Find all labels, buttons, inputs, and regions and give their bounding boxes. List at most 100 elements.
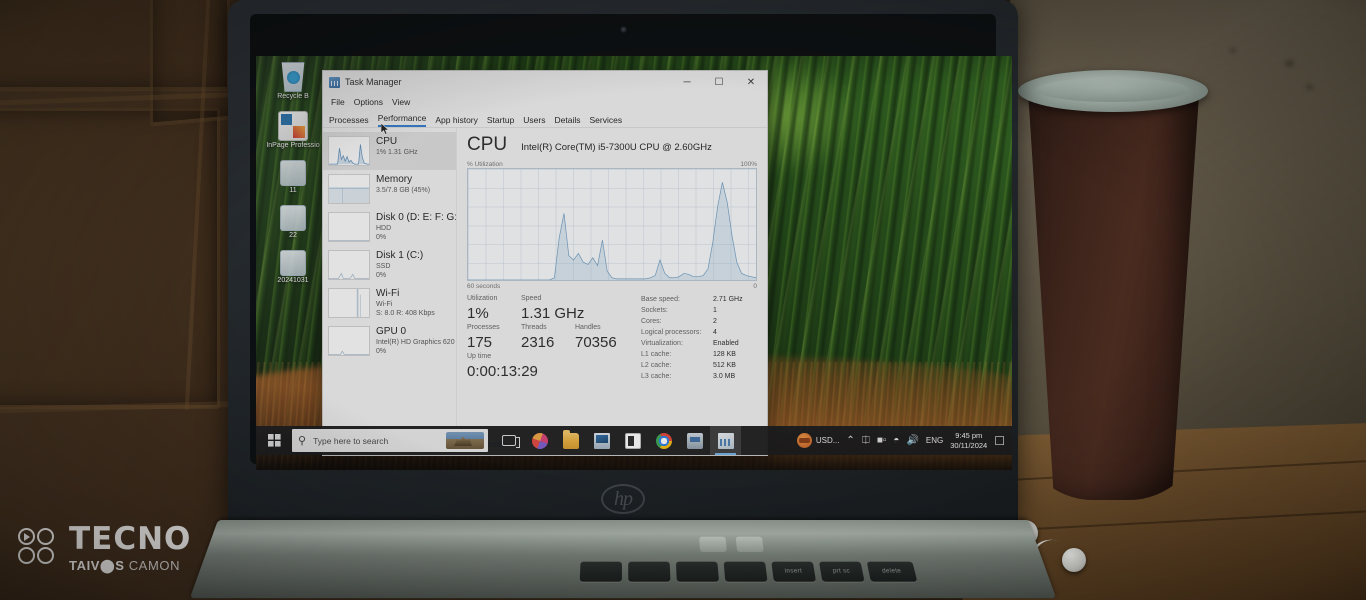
minimize-button[interactable]: ─ — [671, 71, 703, 93]
taskbar-item-this-pc[interactable] — [586, 426, 617, 455]
chrome-icon — [655, 432, 672, 449]
desktop-icon-22[interactable]: 22 — [262, 205, 324, 240]
recycle-bin-icon — [281, 62, 305, 92]
clock-time: 9:45 pm — [955, 431, 983, 440]
battery-icon[interactable]: ■▫ — [877, 435, 887, 446]
task-manager-icon — [329, 76, 340, 88]
sidebar-item-sub1: Wi-Fi — [376, 301, 393, 308]
start-button[interactable] — [258, 426, 290, 455]
sidebar-item-disk-0[interactable]: Disk 0 (D: E: F: G:) HDD 0% — [323, 208, 456, 246]
menu-item-file[interactable]: File — [331, 97, 345, 107]
taskbar-item-file-explorer[interactable] — [555, 426, 586, 455]
performance-sidebar: CPU 1% 1.31 GHz Memory 3.5/7.8 GB (45%) … — [323, 128, 457, 433]
taskbar-item-task-manager[interactable] — [710, 426, 741, 455]
logo-ring — [18, 528, 35, 545]
stat-key: Logical processors: — [641, 329, 702, 336]
fn-key[interactable] — [675, 561, 719, 582]
taskbar-item-task-view[interactable] — [493, 426, 524, 455]
desktop-icon-20241031[interactable]: 20241031 — [262, 250, 324, 285]
sidebar-item-text: Disk 0 (D: E: F: G:) HDD 0% — [376, 212, 456, 242]
tab-startup[interactable]: Startup — [487, 115, 514, 127]
wall-spot — [1306, 84, 1313, 90]
clock[interactable]: 9:45 pm 30/11/2024 — [950, 431, 987, 450]
stat-value: Enabled — [713, 340, 739, 347]
folder-icon — [280, 250, 306, 276]
volume-icon[interactable]: 🔊 — [906, 435, 918, 446]
menu-item-options[interactable]: Options — [354, 97, 383, 107]
stat-value: 2.71 GHz — [713, 296, 743, 303]
sidebar-item-wifi[interactable]: Wi-Fi Wi-Fi S: 8.0 R: 408 Kbps — [323, 284, 456, 322]
tecno-logo-icon — [18, 528, 58, 568]
desktop-icons: Recycle B InPage Professio 11 22 2024103… — [262, 62, 328, 285]
search-input[interactable]: ⚲ Type here to search — [292, 429, 488, 452]
deck-button[interactable] — [735, 536, 764, 552]
stat-label: Handles — [575, 324, 601, 331]
tray-app-usd[interactable]: USD... — [796, 433, 839, 448]
tab-users[interactable]: Users — [523, 115, 545, 127]
stat-l2-cache: L2 cache: 512 KB — [641, 360, 757, 371]
taskbar-pinned-apps — [493, 426, 741, 455]
taskbar-item-app-seven[interactable] — [679, 426, 710, 455]
title-bar[interactable]: Task Manager ─ ☐ ✕ — [323, 71, 767, 93]
cpu-model-label: Intel(R) Core(TM) i5-7300U CPU @ 2.60GHz — [521, 142, 712, 153]
stat-key: Cores: — [641, 318, 662, 325]
watermark-model: TAIV⬤S CAMON — [69, 559, 191, 572]
desktop-icon-label: 22 — [289, 232, 297, 239]
tab-services[interactable]: Services — [589, 115, 622, 127]
language-indicator[interactable]: ENG — [926, 436, 943, 445]
key-insert[interactable]: insert — [771, 561, 817, 582]
graph-x-left-label: 60 seconds — [467, 283, 501, 290]
fn-key[interactable] — [723, 561, 768, 582]
action-center-icon[interactable]: ☐ — [994, 434, 1005, 448]
sidebar-item-label: Wi-Fi — [376, 288, 400, 299]
sidebar-item-sub1: HDD — [376, 225, 392, 232]
tab-app-history[interactable]: App history — [435, 115, 478, 127]
deck-button[interactable] — [699, 536, 727, 552]
task-manager-icon — [717, 432, 734, 449]
onedrive-icon[interactable]: ⎅ — [862, 435, 870, 446]
gpu-thumbnail-graph — [328, 326, 370, 356]
tecno-camera-watermark: TECNO TAIV⬤S CAMON — [18, 524, 191, 572]
fn-key[interactable] — [579, 561, 622, 582]
wall-spot — [1285, 60, 1294, 67]
sidebar-item-gpu-0[interactable]: GPU 0 Intel(R) HD Graphics 620 0% — [323, 322, 456, 360]
sidebar-item-disk-1[interactable]: Disk 1 (C:) SSD 0% — [323, 246, 456, 284]
tab-processes[interactable]: Processes — [329, 115, 369, 127]
task-manager-window[interactable]: Task Manager ─ ☐ ✕ File Options View Pro… — [322, 70, 768, 456]
maximize-button[interactable]: ☐ — [703, 71, 735, 93]
sidebar-item-sub1: 1% 1.31 GHz — [376, 149, 418, 156]
sidebar-item-label: Disk 1 (C:) — [376, 250, 424, 261]
stat-value: 70356 — [575, 334, 617, 351]
stat-row: Processes 175 Threads 2316 Handles 70356 — [467, 323, 629, 352]
menu-item-view[interactable]: View — [392, 97, 410, 107]
key-print-screen[interactable]: prt sc — [819, 561, 865, 582]
fn-key[interactable] — [628, 561, 671, 582]
logo-ring — [18, 547, 35, 564]
taskbar-item-office[interactable] — [524, 426, 555, 455]
tab-details[interactable]: Details — [555, 115, 581, 127]
desktop-icon-recycle-bin[interactable]: Recycle B — [262, 62, 324, 101]
watermark-brand: TECNO — [69, 521, 192, 557]
stat-key: L1 cache: — [641, 351, 672, 358]
stat-l3-cache: L3 cache: 3.0 MB — [641, 371, 757, 382]
taskbar-item-inpage[interactable] — [617, 426, 648, 455]
sidebar-item-cpu[interactable]: CPU 1% 1.31 GHz — [323, 132, 456, 170]
stat-l1-cache: L1 cache: 128 KB — [641, 349, 757, 360]
sidebar-item-label: Memory — [376, 174, 413, 185]
watermark-model-light: CAMON — [128, 558, 181, 573]
stat-value: 4 — [713, 329, 717, 336]
this-pc-icon — [593, 432, 610, 449]
sidebar-item-sub2: 0% — [376, 272, 387, 279]
show-hidden-icons-button[interactable]: ⌃ — [846, 435, 854, 446]
clock-date: 30/11/2024 — [950, 440, 988, 450]
watermark-model-bold: TAIV⬤S — [69, 558, 125, 573]
close-button[interactable]: ✕ — [735, 71, 767, 93]
taskbar-item-chrome[interactable] — [648, 426, 679, 455]
logo-ring — [37, 547, 54, 564]
desktop-icon-inpage[interactable]: InPage Professio — [262, 111, 324, 150]
graph-x-right-label: 0 — [753, 283, 757, 290]
sidebar-item-memory[interactable]: Memory 3.5/7.8 GB (45%) — [323, 170, 456, 208]
wifi-icon[interactable]: ◓ — [893, 435, 899, 446]
desktop-icon-11[interactable]: 11 — [262, 160, 324, 195]
key-delete[interactable]: delete — [866, 561, 918, 582]
